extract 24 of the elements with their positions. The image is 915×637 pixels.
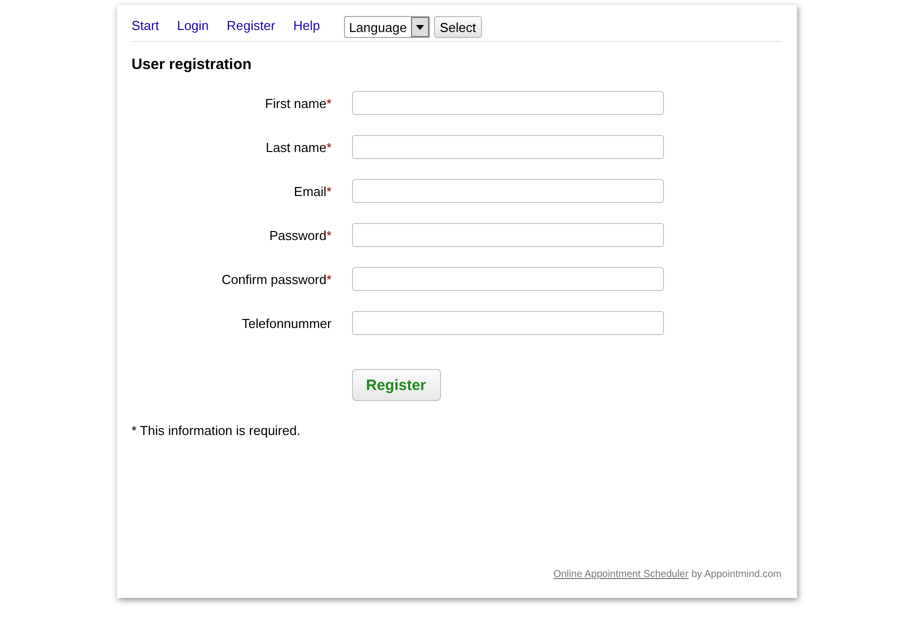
field-label: Confirm password* bbox=[220, 272, 332, 286]
input-field[interactable] bbox=[352, 135, 664, 159]
input-field[interactable] bbox=[352, 311, 664, 335]
register-button[interactable]: Register bbox=[352, 369, 440, 401]
field-label: Last name* bbox=[264, 140, 332, 154]
field-label: First name* bbox=[264, 96, 332, 110]
nav-link[interactable]: Start bbox=[132, 18, 159, 32]
nav-link[interactable]: Help bbox=[293, 18, 320, 32]
input-field[interactable] bbox=[352, 267, 664, 291]
page-title: User registration bbox=[132, 56, 253, 73]
required-note: * This information is required. bbox=[132, 423, 302, 438]
select-button[interactable]: Select bbox=[434, 16, 482, 38]
input-field[interactable] bbox=[352, 179, 664, 203]
field-label: Telefonnummer bbox=[240, 316, 332, 330]
language-dropdown[interactable]: Language bbox=[344, 16, 430, 38]
nav-link[interactable]: Login bbox=[176, 18, 209, 32]
field-label: Email* bbox=[292, 184, 332, 198]
input-field[interactable] bbox=[352, 91, 664, 115]
nav-link[interactable]: Register bbox=[226, 18, 276, 32]
footer-link[interactable]: Online Appointment Scheduler bbox=[553, 569, 688, 580]
input-field[interactable] bbox=[352, 223, 664, 247]
field-label: Password* bbox=[268, 228, 332, 242]
footer-text: by Appointmind.com bbox=[691, 569, 782, 580]
caret-icon bbox=[410, 17, 429, 37]
